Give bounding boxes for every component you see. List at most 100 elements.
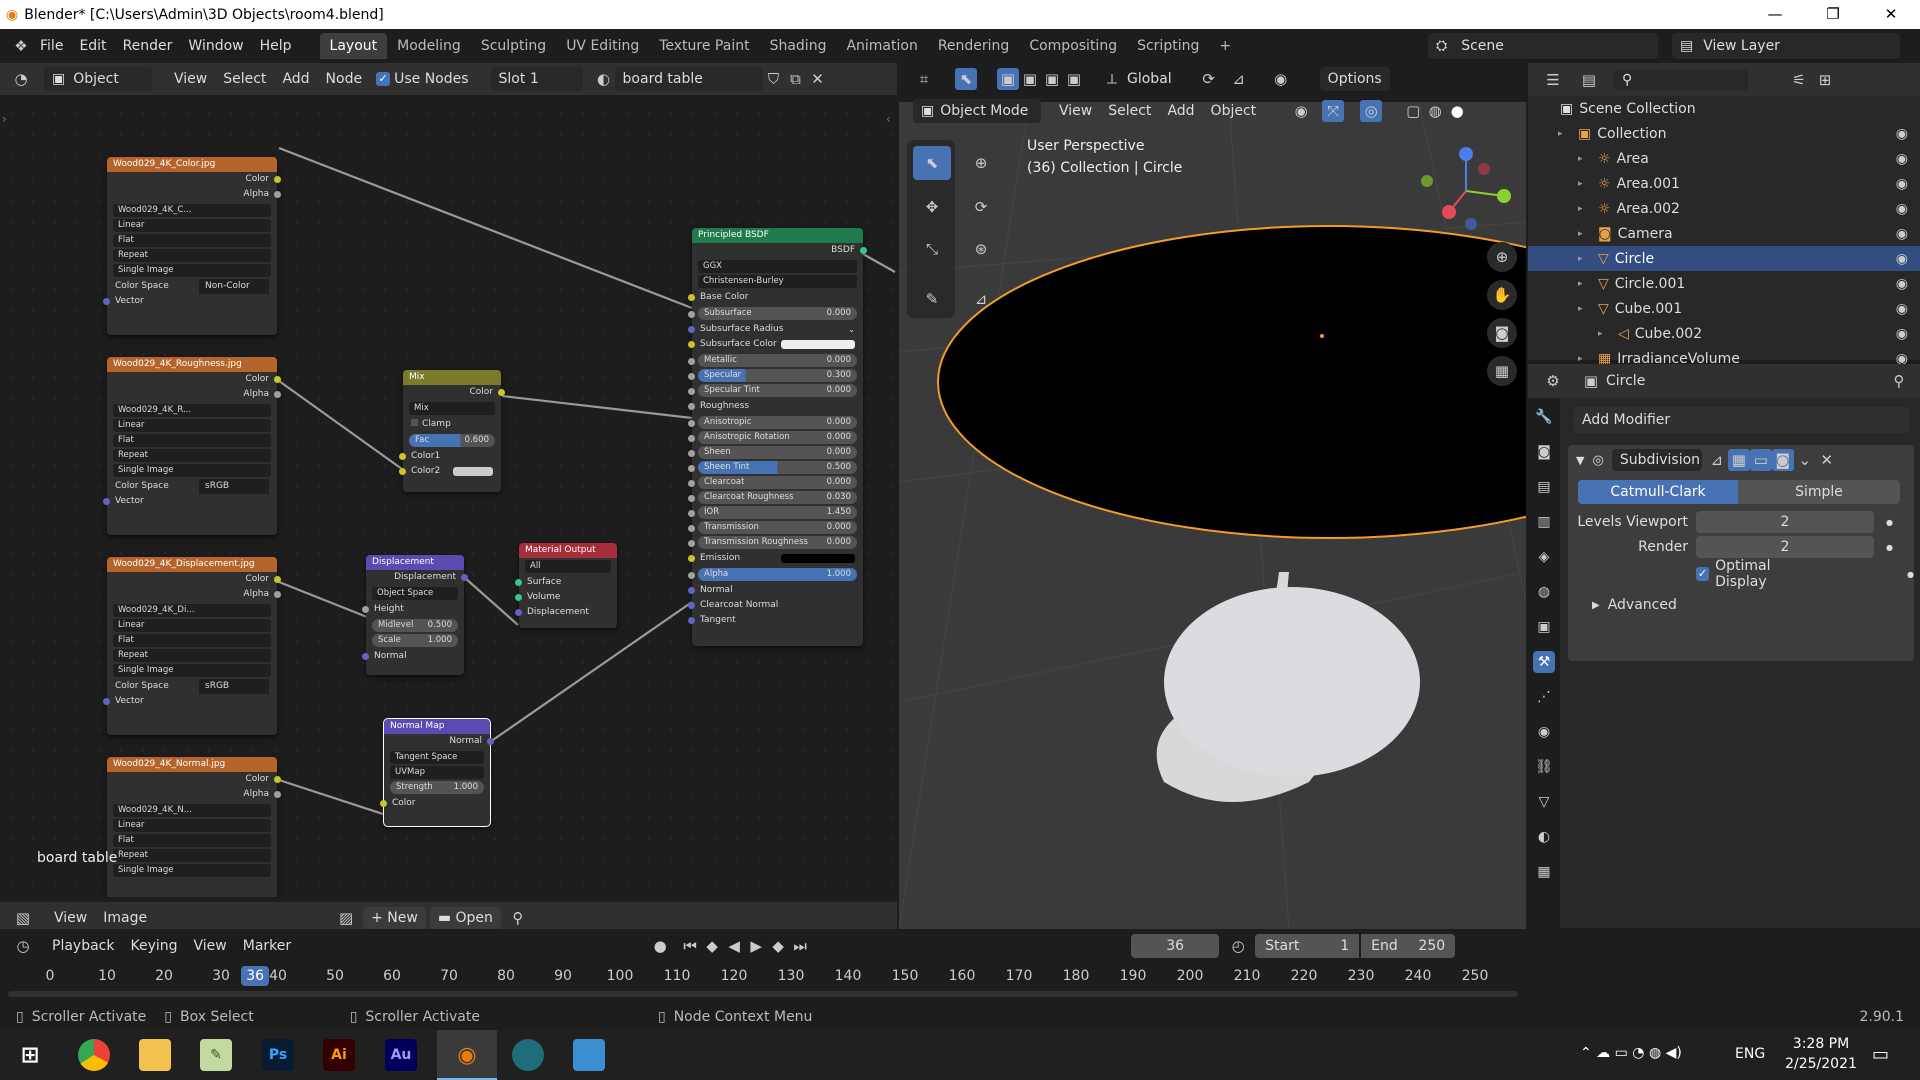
modifier-name-field[interactable]: Subdivision xyxy=(1611,449,1702,471)
orientation-icon[interactable]: ⟂ xyxy=(1101,68,1123,90)
illustrator-icon[interactable]: Ai xyxy=(323,1039,355,1071)
duplicate-material-icon[interactable]: ⧉ xyxy=(785,68,807,90)
bsdf-input-subsurface-radius[interactable]: Subsurface Radius ⌄ xyxy=(688,322,863,337)
windows-start-icon[interactable]: ⊞ xyxy=(14,1039,46,1071)
use-nodes-checkbox[interactable]: ✓ xyxy=(376,72,391,86)
catmull-clark-button[interactable]: Catmull-Clark xyxy=(1578,480,1738,504)
pivot-icon[interactable]: ⟳ xyxy=(1198,68,1220,90)
particles-tab-icon[interactable]: ⋰ xyxy=(1533,686,1555,708)
add-workspace-button[interactable]: + xyxy=(1209,33,1241,59)
subsurface-method-dropdown[interactable]: Christensen-Burley xyxy=(698,275,857,288)
extension-dropdown[interactable]: Repeat xyxy=(113,849,271,862)
constraints-tab-icon[interactable]: ⛓ xyxy=(1533,756,1555,778)
language-indicator[interactable]: ENG xyxy=(1735,1046,1765,1062)
start-frame-field[interactable]: Start 1 xyxy=(1255,934,1360,958)
menu-help[interactable]: Help xyxy=(252,38,300,54)
fac-slider[interactable]: Fac 0.600 xyxy=(409,434,495,447)
menu-render[interactable]: Render xyxy=(115,38,181,54)
world-tab-icon[interactable]: ◍ xyxy=(1533,581,1555,603)
camera-view-icon[interactable]: ◙ xyxy=(1487,318,1517,348)
render-toggle-icon[interactable]: ◙ xyxy=(1771,449,1794,471)
clock-time[interactable]: 3:28 PM xyxy=(1786,1036,1856,1052)
greenshot-icon[interactable]: ✎ xyxy=(200,1039,232,1071)
bsdf-input-clearcoat[interactable]: Clearcoat 0.000 xyxy=(688,476,857,489)
rotate-tool-icon[interactable]: ⟳ xyxy=(962,190,1000,224)
maximize-button[interactable]: ❐ xyxy=(1804,0,1862,29)
record-icon[interactable]: ● xyxy=(649,935,671,957)
source-dropdown[interactable]: Single Image xyxy=(113,464,271,477)
fake-user-icon[interactable]: ⛉ xyxy=(763,68,785,90)
select-tool-button[interactable]: ⬉ xyxy=(913,146,951,180)
scale-tool-icon[interactable]: ⤡ xyxy=(913,232,951,266)
scene-tab-icon[interactable]: ◈ xyxy=(1533,546,1555,568)
bsdf-input-metallic[interactable]: Metallic 0.000 xyxy=(688,354,857,367)
keyframe-dot-icon[interactable]: ● xyxy=(1886,518,1893,527)
bsdf-input-anisotropic[interactable]: Anisotropic 0.000 xyxy=(688,416,857,429)
tab-rendering[interactable]: Rendering xyxy=(928,33,1020,59)
bsdf-input-transmission[interactable]: Transmission 0.000 xyxy=(688,521,857,534)
image-texture-node-roughness[interactable]: Wood029_4K_Roughness.jpg Color Alpha Woo… xyxy=(103,357,281,535)
snap-icon[interactable]: ⊿ xyxy=(1228,68,1250,90)
image-menu-image[interactable]: Image xyxy=(95,910,155,926)
new-image-button[interactable]: + New xyxy=(363,907,426,929)
unlink-material-icon[interactable]: ✕ xyxy=(807,68,829,90)
output-tab-icon[interactable]: ▤ xyxy=(1533,476,1555,498)
tool-tab-icon[interactable]: 🔧 xyxy=(1533,406,1555,428)
mix-node[interactable]: Mix Color Mix Clamp Fac 0.600 Color1 Colo… xyxy=(399,370,505,492)
filter-icon[interactable]: ⚟ xyxy=(1788,69,1810,91)
frame-ruler[interactable]: 0 10 20 30 40 50 60 70 80 90 100 110 120 130 140 150 160… xyxy=(0,965,1526,987)
visibility-eye-icon[interactable]: ◉ xyxy=(1896,326,1908,342)
app-icon-teal[interactable] xyxy=(512,1039,544,1071)
view-layer-selector[interactable]: ▤ View Layer xyxy=(1672,33,1900,59)
properties-type-icon[interactable]: ⚙ xyxy=(1542,370,1564,392)
clock-date[interactable]: 2/25/2021 xyxy=(1776,1056,1866,1072)
orientation-dropdown[interactable]: Global xyxy=(1127,71,1172,87)
interpolation-dropdown[interactable]: Linear xyxy=(113,219,271,232)
modifier-menu-icon[interactable]: ⌄ xyxy=(1794,449,1816,471)
zoom-icon[interactable]: ⊕ xyxy=(1487,242,1517,272)
bsdf-input-anisotropic-rotation[interactable]: Anisotropic Rotation 0.000 xyxy=(688,431,857,444)
pin-icon[interactable]: ⚲ xyxy=(507,907,529,929)
pan-hand-icon[interactable]: ✋ xyxy=(1487,280,1517,310)
tab-layout[interactable]: Layout xyxy=(319,33,388,59)
uvmap-field[interactable]: UVMap xyxy=(390,766,484,779)
measure-tool-icon[interactable]: ⊿ xyxy=(962,282,1000,316)
bsdf-input-subsurface-color[interactable]: Subsurface Color xyxy=(688,337,863,352)
select-box-invert-icon[interactable]: ▣ xyxy=(1063,68,1085,90)
expand-arrow-icon[interactable]: ▸ xyxy=(1578,154,1592,164)
pin-icon[interactable]: ⚲ xyxy=(1888,370,1910,392)
source-dropdown[interactable]: Single Image xyxy=(113,264,271,277)
marker-menu[interactable]: Marker xyxy=(235,938,299,954)
image-file-field[interactable]: Wood029_4K_C... xyxy=(113,204,271,217)
optimal-display-checkbox[interactable]: ✓ xyxy=(1696,567,1710,581)
projection-dropdown[interactable]: Flat xyxy=(113,834,271,847)
space-dropdown[interactable]: Tangent Space xyxy=(390,751,484,764)
outliner-item[interactable]: ▸ ▽ Circle.001 ◉ xyxy=(1528,271,1920,296)
expand-arrow-icon[interactable]: ▸ xyxy=(1578,304,1592,314)
visibility-eye-icon[interactable]: ◉ xyxy=(1896,176,1908,192)
expand-arrow-icon[interactable]: ▸ xyxy=(1578,179,1592,189)
node-menu-node[interactable]: Node xyxy=(318,71,371,87)
viewport-menu-view[interactable]: View xyxy=(1051,103,1100,119)
cursor-tool-icon[interactable]: ⊕ xyxy=(962,146,1000,180)
viewport-toggle-icon[interactable]: ▭ xyxy=(1749,449,1772,471)
menu-edit[interactable]: Edit xyxy=(71,38,114,54)
bsdf-input-specular[interactable]: Specular 0.300 xyxy=(688,369,857,382)
playhead-frame-indicator[interactable]: 36 xyxy=(241,966,270,986)
select-box-subtract-icon[interactable]: ▣ xyxy=(1041,68,1063,90)
extension-dropdown[interactable]: Repeat xyxy=(113,449,271,462)
expand-arrow-icon[interactable]: ▸ xyxy=(1578,354,1592,364)
image-texture-node-color[interactable]: Wood029_4K_Color.jpg Color Alpha Wood029… xyxy=(103,157,281,335)
outliner-item[interactable]: ▸ ☼ Area.001 ◉ xyxy=(1528,171,1920,196)
image-browse-icon[interactable]: ▨ xyxy=(335,907,357,929)
interpolation-dropdown[interactable]: Linear xyxy=(113,819,271,832)
tab-uv-editing[interactable]: UV Editing xyxy=(556,33,649,59)
color-space-row[interactable]: Color Space Non-Color xyxy=(107,279,277,294)
object-mode-dropdown[interactable]: ▣ Object Mode xyxy=(913,99,1041,123)
current-frame-field[interactable]: 36 xyxy=(1131,934,1220,958)
viewport-type-icon[interactable]: ⌗ xyxy=(913,68,935,90)
menu-file[interactable]: File xyxy=(32,38,71,54)
keying-menu[interactable]: Keying xyxy=(122,938,185,954)
timeline-type-icon[interactable]: ◷ xyxy=(12,935,34,957)
image-file-field[interactable]: Wood029_4K_R... xyxy=(113,404,271,417)
